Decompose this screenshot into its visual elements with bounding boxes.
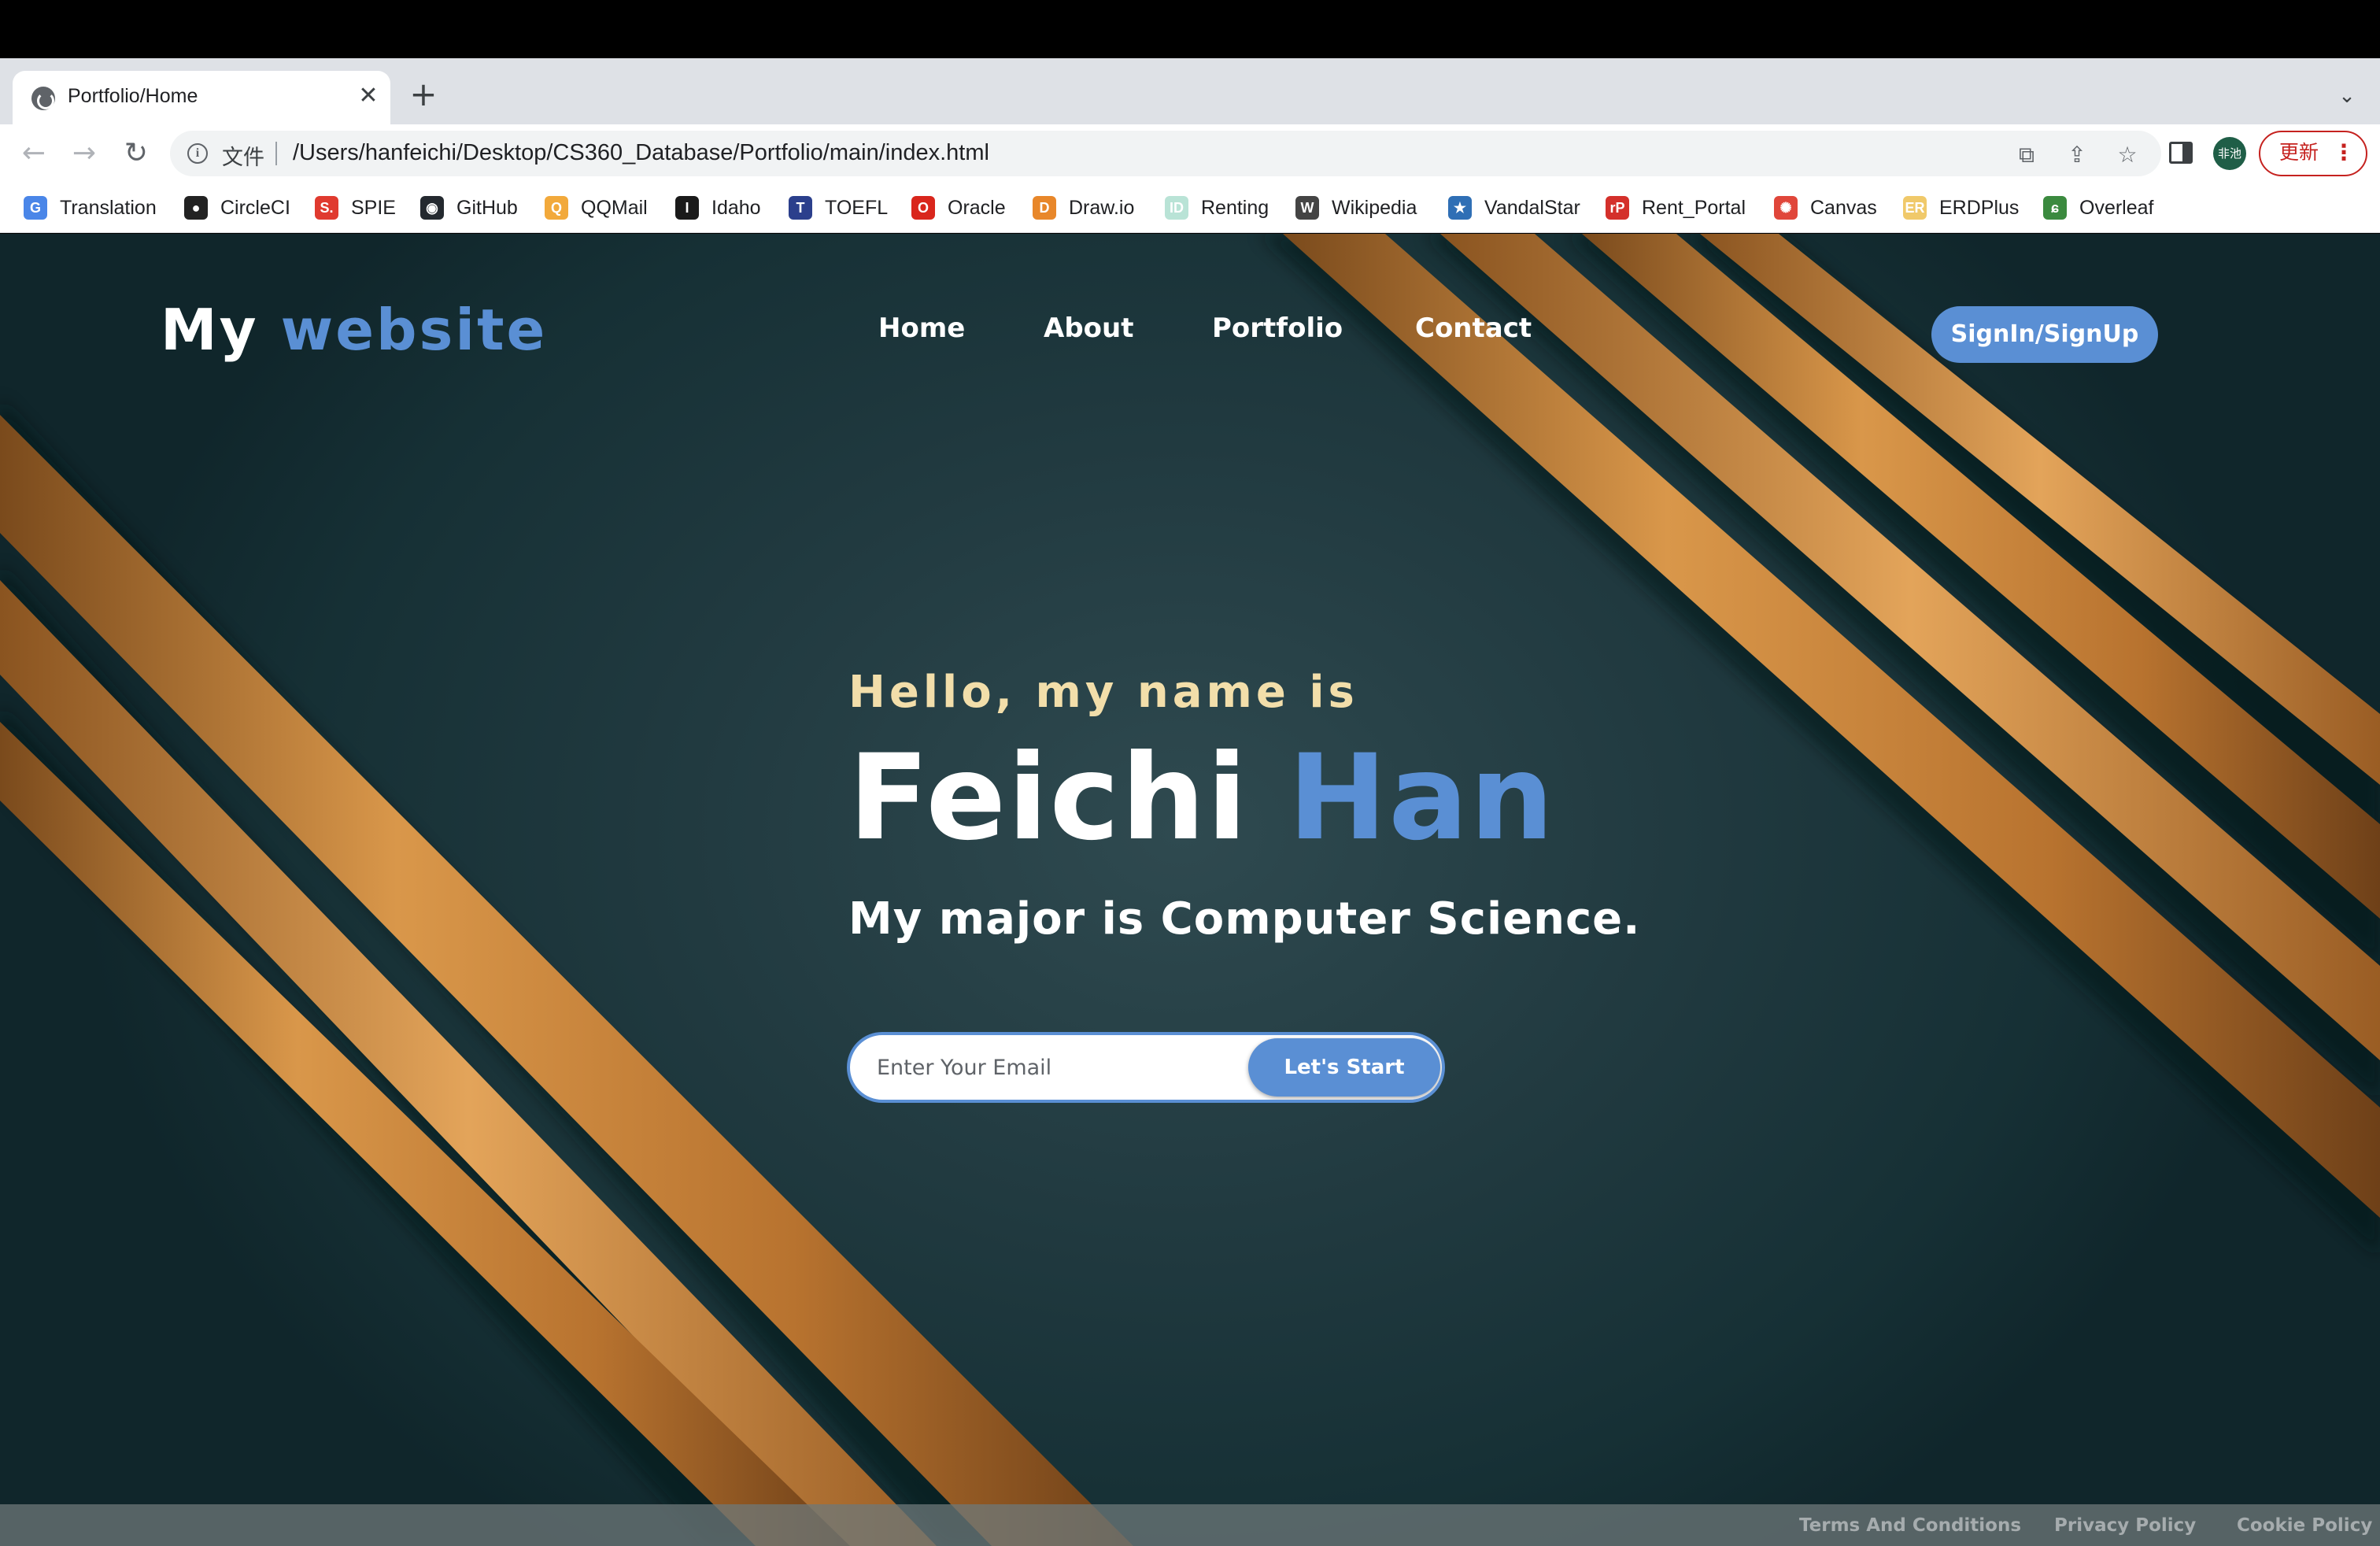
bookmark-wikipedia[interactable]: W Wikipedia — [1295, 192, 1417, 224]
bookmark-label: ERDPlus — [1939, 196, 2020, 219]
forward-button[interactable]: → — [65, 134, 104, 173]
address-bar[interactable]: i 文件 /Users/hanfeichi/Desktop/CS360_Data… — [170, 131, 2161, 176]
bookmark-label: Oracle — [948, 196, 1006, 219]
canvas-icon: ✺ — [1774, 196, 1798, 220]
back-button[interactable]: ← — [14, 134, 54, 173]
bookmark-qqmail[interactable]: Q QQMail — [545, 192, 648, 224]
bookmark-label: Wikipedia — [1332, 196, 1417, 219]
update-label: 更新 — [2279, 141, 2319, 164]
spie-icon: S. — [315, 196, 338, 220]
idaho-icon: I — [675, 196, 699, 220]
nav-portfolio[interactable]: Portfolio — [1212, 313, 1343, 360]
oracle-icon: O — [911, 196, 935, 220]
email-input[interactable] — [850, 1035, 1244, 1100]
google-translate-icon: G — [24, 196, 47, 220]
update-button[interactable]: 更新 ⋮ — [2259, 131, 2367, 176]
bookmark-erdplus[interactable]: ER ERDPlus — [1903, 192, 2019, 224]
reload-button[interactable]: ↻ — [116, 134, 156, 173]
vandalstar-icon: ★ — [1448, 196, 1472, 220]
bookmark-label: Draw.io — [1069, 196, 1135, 219]
bookmark-translation[interactable]: G Translation — [24, 192, 157, 224]
circleci-icon: ● — [184, 196, 208, 220]
tab-title: Portfolio/Home — [68, 85, 198, 107]
background-stripes — [0, 234, 2380, 1546]
erdplus-icon: ER — [1903, 196, 1927, 220]
bookmark-renting[interactable]: ID Renting — [1165, 192, 1269, 224]
github-icon: ◉ — [420, 196, 444, 220]
bookmark-label: Translation — [60, 196, 157, 219]
qqmail-icon: Q — [545, 196, 568, 220]
privacy-link[interactable]: Privacy Policy — [2054, 1515, 2196, 1536]
bookmark-spie[interactable]: S. SPIE — [315, 192, 396, 224]
bookmark-idaho[interactable]: I Idaho — [675, 192, 761, 224]
bookmark-label: Rent_Portal — [1642, 196, 1746, 219]
logo-text-first: My — [161, 297, 259, 363]
side-panel-icon[interactable] — [2169, 142, 2193, 164]
bookmarks-bar: G Translation ● CircleCI S. SPIE ◉ GitHub Q QQMai… — [0, 183, 2380, 233]
cookie-link[interactable]: Cookie Policy — [2237, 1515, 2372, 1536]
bookmark-label: SPIE — [351, 196, 396, 219]
hero-name: Feichi Han — [848, 730, 1555, 867]
bookmark-label: Overleaf — [2079, 196, 2154, 219]
toefl-icon: T — [789, 196, 812, 220]
share-icon[interactable]: ⇪ — [2064, 142, 2090, 168]
tab-strip: Portfolio/Home ✕ + ⌄ — [0, 58, 2380, 124]
overleaf-icon: ɕ — [2043, 196, 2067, 220]
site-logo[interactable]: My website — [161, 297, 547, 363]
tab-search-chevron-icon[interactable]: ⌄ — [2331, 80, 2363, 112]
footer: Terms And Conditions Privacy Policy Cook… — [0, 1504, 2380, 1546]
nav-home[interactable]: Home — [878, 313, 965, 360]
lets-start-button[interactable]: Let's Start — [1248, 1038, 1440, 1097]
hero-greeting: Hello, my name is — [848, 667, 1358, 718]
bookmark-label: Renting — [1201, 196, 1269, 219]
bookmark-label: TOEFL — [825, 196, 889, 219]
wikipedia-icon: W — [1295, 196, 1319, 220]
os-menu-bar — [0, 0, 2380, 58]
nav-about[interactable]: About — [1044, 313, 1133, 360]
bookmark-toefl[interactable]: T TOEFL — [789, 192, 888, 224]
profile-avatar[interactable]: 非池 — [2213, 137, 2246, 170]
bookmark-draw-io[interactable]: D Draw.io — [1033, 192, 1134, 224]
bookmark-vandalstar[interactable]: ★ VandalStar — [1448, 192, 1580, 224]
webpage: My website Home About Portfolio Contact … — [0, 234, 2380, 1546]
rentportal-icon: rP — [1606, 196, 1629, 220]
bookmark-label: VandalStar — [1484, 196, 1580, 219]
bookmark-canvas[interactable]: ✺ Canvas — [1774, 192, 1877, 224]
close-tab-icon[interactable]: ✕ — [354, 82, 382, 110]
hero-major: My major is Computer Science. — [848, 893, 1641, 945]
bookmark-github[interactable]: ◉ GitHub — [420, 192, 518, 224]
bookmark-label: GitHub — [456, 196, 518, 219]
terms-link[interactable]: Terms And Conditions — [1799, 1515, 2021, 1536]
bookmark-overleaf[interactable]: ɕ Overleaf — [2043, 192, 2153, 224]
logo-text-accent: website — [280, 297, 548, 363]
browser-toolbar: ← → ↻ i 文件 /Users/hanfeichi/Desktop/CS36… — [0, 124, 2380, 183]
bookmark-label: Canvas — [1810, 196, 1877, 219]
signin-signup-button[interactable]: SignIn/SignUp — [1931, 306, 2158, 363]
bookmark-oracle[interactable]: O Oracle — [911, 192, 1006, 224]
renting-icon: ID — [1165, 196, 1188, 220]
new-tab-button[interactable]: + — [406, 78, 441, 113]
bookmark-star-icon[interactable]: ☆ — [2114, 142, 2141, 168]
file-scheme-label: 文件 — [222, 146, 264, 170]
bookmark-rent-portal[interactable]: rP Rent_Portal — [1606, 192, 1746, 224]
site-info-icon[interactable]: i — [187, 143, 208, 164]
bookmark-label: Idaho — [711, 196, 761, 219]
drawio-icon: D — [1033, 196, 1056, 220]
address-divider — [275, 142, 277, 165]
globe-icon — [31, 87, 55, 110]
email-signup-form: Let's Start — [847, 1032, 1445, 1103]
menu-dots-icon: ⋮ — [2333, 139, 2355, 165]
browser-tab[interactable]: Portfolio/Home ✕ — [13, 71, 390, 124]
nav-contact[interactable]: Contact — [1415, 313, 1532, 360]
translate-icon[interactable]: ⧉ — [2013, 142, 2040, 168]
bookmark-label: QQMail — [581, 196, 648, 219]
bookmark-label: CircleCI — [220, 196, 290, 219]
url-text[interactable]: /Users/hanfeichi/Desktop/CS360_Database/… — [293, 140, 989, 166]
hero-first-name: Feichi — [848, 730, 1249, 867]
hero-last-name: Han — [1288, 730, 1556, 867]
bookmark-circleci[interactable]: ● CircleCI — [184, 192, 290, 224]
